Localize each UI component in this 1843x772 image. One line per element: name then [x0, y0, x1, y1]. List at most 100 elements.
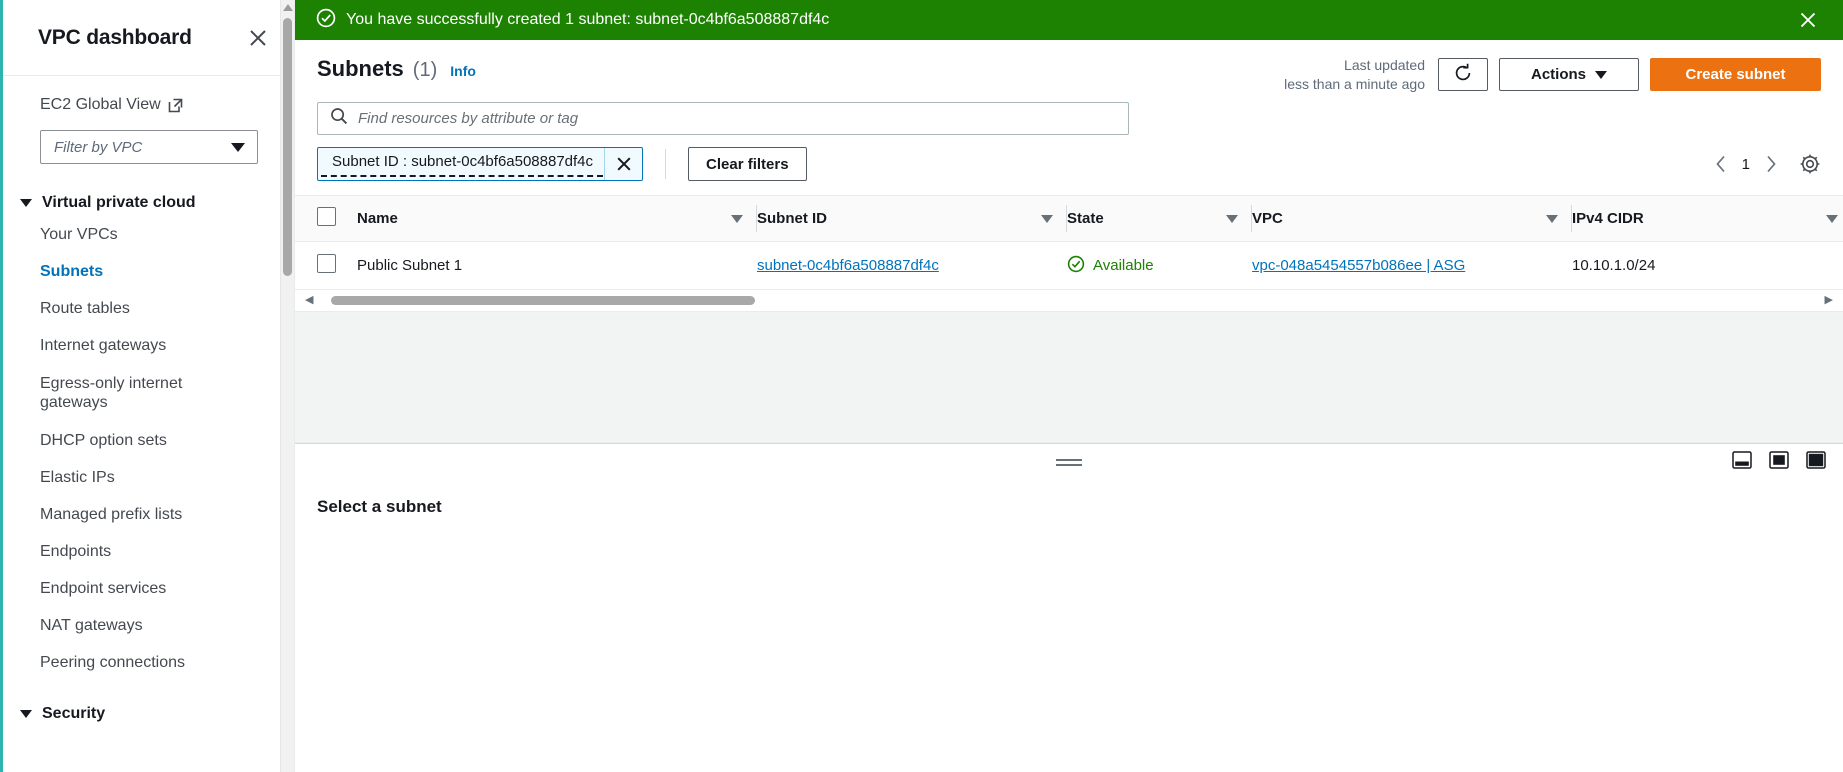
vpc-filter-select[interactable]: Filter by VPC	[40, 130, 258, 164]
filter-token-remove-icon[interactable]	[604, 148, 642, 180]
create-subnet-button[interactable]: Create subnet	[1650, 58, 1821, 92]
column-header-ipv4-cidr[interactable]: IPv4 CIDR	[1572, 195, 1843, 242]
split-panel-bottom-icon[interactable]	[1732, 450, 1752, 469]
sidebar-item-internet-gateways[interactable]: Internet gateways	[0, 327, 294, 364]
actions-label: Actions	[1530, 66, 1586, 84]
panel-actions: Last updated less than a minute ago Acti…	[1284, 56, 1821, 94]
state-label: Available	[1093, 257, 1154, 274]
sidebar-item-ec2-global-view[interactable]: EC2 Global View	[0, 96, 294, 114]
flash-close-icon[interactable]	[1793, 5, 1823, 35]
sidebar-item-label: Subnets	[40, 262, 104, 280]
flash-content: You have successfully created 1 subnet: …	[316, 8, 1793, 33]
scrollbar-track[interactable]	[321, 296, 1816, 305]
select-all-checkbox[interactable]	[317, 207, 336, 226]
split-panel-full-icon[interactable]	[1806, 450, 1826, 469]
close-icon[interactable]	[244, 24, 272, 52]
scroll-right-arrow-icon[interactable]: ▶	[1825, 295, 1833, 306]
page-number[interactable]: 1	[1742, 156, 1750, 173]
sidebar-item-nat-gateways[interactable]: NAT gateways	[0, 607, 294, 644]
table-row[interactable]: Public Subnet 1 subnet-0c4bf6a508887df4c	[295, 241, 1843, 290]
panel-title-group: Subnets (1) Info	[317, 56, 476, 82]
sort-icon[interactable]	[1546, 214, 1558, 223]
pagination: 1	[1713, 154, 1779, 174]
search-box[interactable]	[317, 102, 1129, 135]
column-label: IPv4 CIDR	[1572, 210, 1644, 227]
column-label: Name	[357, 210, 398, 227]
sidebar-item-dhcp-option-sets[interactable]: DHCP option sets	[0, 422, 294, 459]
sidebar-item-label: NAT gateways	[40, 616, 143, 634]
sidebar-scrollbar[interactable]	[280, 0, 294, 772]
column-header-state[interactable]: State	[1067, 195, 1252, 242]
sidebar-item-managed-prefix-lists[interactable]: Managed prefix lists	[0, 496, 294, 533]
row-checkbox[interactable]	[317, 254, 336, 273]
sidebar-item-label: Endpoints	[40, 542, 112, 560]
actions-button[interactable]: Actions	[1499, 58, 1639, 92]
table-empty-space	[295, 312, 1843, 442]
column-header-vpc[interactable]: VPC	[1252, 195, 1572, 242]
refresh-button[interactable]	[1438, 58, 1488, 92]
sidebar-item-elastic-ips[interactable]: Elastic IPs	[0, 459, 294, 496]
sidebar-item-route-tables[interactable]: Route tables	[0, 290, 294, 327]
sidebar-nav: EC2 Global View Filter by VPC Virtual pr…	[0, 76, 294, 772]
cell-state: Available	[1067, 241, 1252, 290]
split-panel-resize-bar[interactable]	[295, 443, 1843, 475]
panel-header: Subnets (1) Info Last updated less than …	[295, 40, 1843, 102]
page-title: Subnets	[317, 56, 404, 81]
sidebar-item-label: DHCP option sets	[40, 431, 167, 449]
resource-count: (1)	[412, 59, 438, 81]
last-updated-value: less than a minute ago	[1284, 75, 1425, 92]
sidebar-item-label: Route tables	[40, 299, 130, 317]
table-header-row: Name Subnet ID State VPC IPv4 CIDR	[295, 195, 1843, 242]
filters-row: Subnet ID : subnet-0c4bf6a508887df4c Cle…	[295, 147, 1843, 195]
clear-filters-button[interactable]: Clear filters	[688, 147, 807, 181]
split-panel-body: Select a subnet	[295, 475, 1843, 772]
info-link[interactable]: Info	[450, 63, 476, 79]
nav-group-virtual-private-cloud: Virtual private cloud Your VPCs Subnets …	[0, 190, 294, 681]
chevron-down-icon	[20, 199, 32, 207]
nav-group-header-security[interactable]: Security	[0, 701, 294, 727]
row-select-cell	[295, 241, 357, 290]
cell-ipv4-cidr: 10.10.1.0/24	[1572, 241, 1843, 290]
gear-icon[interactable]	[1799, 153, 1821, 175]
sidebar-item-label: Managed prefix lists	[40, 505, 183, 523]
sidebar-item-subnets[interactable]: Subnets	[0, 253, 294, 290]
success-flash-banner: You have successfully created 1 subnet: …	[295, 0, 1843, 40]
drag-handle-icon[interactable]	[1056, 458, 1082, 466]
main-content: You have successfully created 1 subnet: …	[295, 0, 1843, 772]
last-updated-label: Last updated	[1344, 57, 1425, 73]
chevron-right-icon[interactable]	[1763, 154, 1779, 174]
chevron-left-icon[interactable]	[1713, 154, 1729, 174]
scroll-left-arrow-icon[interactable]: ◀	[305, 295, 313, 306]
status-success-icon	[1067, 255, 1085, 277]
sort-icon[interactable]	[1826, 214, 1838, 223]
sort-icon[interactable]	[1226, 214, 1238, 223]
scrollbar-thumb[interactable]	[331, 296, 756, 305]
filter-token-label[interactable]: Subnet ID : subnet-0c4bf6a508887df4c	[321, 148, 604, 177]
split-panel-side-icon[interactable]	[1769, 450, 1789, 469]
sidebar-item-peering-connections[interactable]: Peering connections	[0, 644, 294, 681]
filter-token-subnet-id[interactable]: Subnet ID : subnet-0c4bf6a508887df4c	[317, 147, 644, 181]
sidebar-item-your-vpcs[interactable]: Your VPCs	[0, 216, 294, 253]
sidebar-item-egress-only-internet-gateways[interactable]: Egress-only internet gateways	[0, 364, 294, 422]
sidebar-item-label: Your VPCs	[40, 225, 118, 243]
select-all-header	[295, 195, 357, 242]
table-horizontal-scrollbar[interactable]: ◀ ▶	[295, 290, 1843, 312]
nav-group-header-vpc[interactable]: Virtual private cloud	[0, 190, 294, 216]
sidebar-item-label: Elastic IPs	[40, 468, 115, 486]
search-row	[295, 102, 1843, 147]
sidebar-item-endpoints[interactable]: Endpoints	[0, 533, 294, 570]
search-input[interactable]	[358, 110, 1116, 127]
sidebar-item-endpoint-services[interactable]: Endpoint services	[0, 570, 294, 607]
scroll-up-arrow-icon[interactable]	[283, 4, 293, 11]
column-header-name[interactable]: Name	[357, 195, 757, 242]
subnet-id-link[interactable]: subnet-0c4bf6a508887df4c	[757, 257, 939, 274]
filters-divider	[665, 149, 667, 179]
column-label: VPC	[1252, 210, 1283, 227]
column-header-subnet-id[interactable]: Subnet ID	[757, 195, 1067, 242]
sort-icon[interactable]	[1041, 214, 1053, 223]
vpc-link[interactable]: vpc-048a5454557b086ee | ASG	[1252, 257, 1465, 274]
sort-icon[interactable]	[731, 214, 743, 223]
scrollbar-thumb[interactable]	[283, 18, 292, 276]
sidebar-item-label: Egress-only internet gateways	[40, 374, 183, 411]
cell-name: Public Subnet 1	[357, 241, 757, 290]
